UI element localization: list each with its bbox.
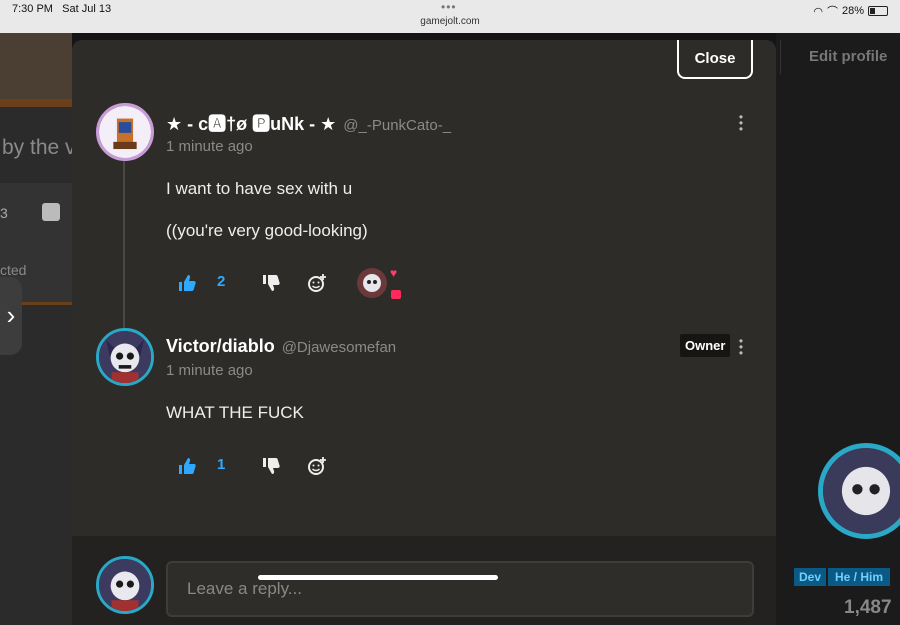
background-count: 3 bbox=[0, 205, 8, 221]
profile-avatar bbox=[818, 443, 900, 539]
comment-body-line-2: ((you're very good-looking) bbox=[166, 221, 368, 240]
commenter-handle[interactable]: @_-PunkCato-_ bbox=[343, 117, 451, 134]
owner-badge: Owner bbox=[680, 334, 731, 357]
sidebar-toggle-button[interactable]: › bbox=[0, 277, 22, 355]
battery-percent: 28% bbox=[841, 5, 864, 17]
status-time: 7:30 PM Sat Jul 13 bbox=[12, 3, 112, 15]
reply-add-reaction-icon[interactable] bbox=[307, 456, 327, 476]
url-label[interactable]: gamejolt.com bbox=[0, 16, 900, 27]
replier-avatar-image bbox=[99, 331, 151, 383]
replier-display-name[interactable]: Victor/diablo bbox=[166, 336, 275, 357]
background-banner bbox=[0, 33, 72, 99]
reply-dislike-icon[interactable] bbox=[261, 456, 281, 476]
heart-icon: ♥ bbox=[390, 266, 398, 280]
reply-timestamp: 1 minute ago bbox=[166, 362, 253, 379]
reaction-avatar[interactable] bbox=[357, 268, 387, 298]
status-right: ◠ ⌒ 28% bbox=[813, 3, 888, 19]
reply-body: WHAT THE FUCK bbox=[166, 403, 304, 422]
status-bar: 7:30 PM Sat Jul 13 ••• gamejolt.com ◠ ⌒ … bbox=[0, 0, 900, 33]
reply-bar bbox=[72, 536, 776, 625]
replier-handle[interactable]: @Djawesomefan bbox=[282, 339, 396, 356]
chat-bubble-icon bbox=[391, 290, 401, 299]
reply-like-count[interactable]: 1 bbox=[217, 456, 225, 473]
comment-timestamp: 1 minute ago bbox=[166, 138, 253, 155]
current-user-avatar-image bbox=[99, 559, 151, 611]
close-button[interactable]: Close bbox=[677, 40, 753, 79]
ghost-icon bbox=[42, 203, 60, 221]
background-title: by the v bbox=[2, 136, 76, 159]
add-reaction-icon[interactable] bbox=[307, 273, 327, 293]
comment-thread-modal: Close ★ - c🅰†ø 🅿uNk - ★ @_-PunkCato-_ 1 … bbox=[72, 40, 776, 625]
comment-body-line-1: I want to have sex with u bbox=[166, 179, 353, 198]
replier-name-row: Victor/diablo @Djawesomefan bbox=[166, 336, 396, 357]
background-right-panel: Edit profile Dev He / Him 1,487 bbox=[776, 33, 900, 625]
wifi-icon: ◠ bbox=[813, 5, 823, 18]
home-indicator[interactable] bbox=[258, 575, 498, 580]
profile-avatar-image bbox=[823, 448, 900, 534]
reply-input[interactable] bbox=[166, 561, 754, 617]
dev-tag: Dev bbox=[794, 568, 827, 586]
follower-count: 1,487 bbox=[844, 597, 892, 618]
like-icon[interactable] bbox=[177, 273, 197, 293]
commenter-display-name[interactable]: ★ - c🅰†ø 🅿uNk - ★ bbox=[166, 110, 336, 136]
battery-icon bbox=[868, 6, 888, 16]
headphones-icon: ⌒ bbox=[826, 6, 838, 18]
commenter-name-row: ★ - c🅰†ø 🅿uNk - ★ @_-PunkCato-_ bbox=[166, 110, 451, 136]
reply-more-icon[interactable]: • • • bbox=[738, 335, 744, 359]
edit-profile-button[interactable]: Edit profile bbox=[780, 40, 900, 74]
comment-like-count[interactable]: 2 bbox=[217, 273, 225, 290]
dislike-icon[interactable] bbox=[261, 273, 281, 293]
more-dots-icon[interactable]: ••• bbox=[441, 0, 457, 14]
background-partial-text: cted bbox=[0, 262, 27, 278]
pronouns-tag: He / Him bbox=[828, 568, 891, 586]
commenter-avatar-image bbox=[99, 106, 151, 158]
commenter-avatar[interactable] bbox=[96, 103, 154, 161]
background-left-panel: by the v 3 cted › bbox=[0, 33, 76, 625]
reply-like-icon[interactable] bbox=[177, 456, 197, 476]
replier-avatar[interactable] bbox=[96, 328, 154, 386]
current-user-avatar bbox=[96, 556, 154, 614]
comment-more-icon[interactable]: • • • bbox=[738, 111, 744, 135]
background-divider bbox=[0, 99, 72, 107]
thread-line bbox=[123, 160, 125, 335]
